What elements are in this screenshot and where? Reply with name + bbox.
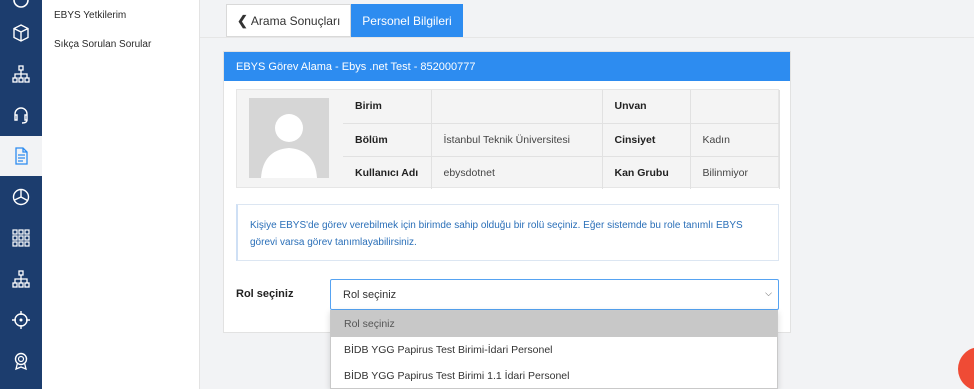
assignment-panel: EBYS Görev Alama - Ebys .net Test - 8520… [223,51,791,333]
label-username: Kullanıcı Adı [343,156,432,189]
value-gender: Kadın [690,123,780,157]
document-icon [15,147,28,165]
role-label: Rol seçiniz [236,288,294,300]
table-row: Kullanıcı Adı ebysdotnet Kan Grubu Bilin… [343,156,780,189]
submenu-item-faq[interactable]: Sıkça Sorulan Sorular [54,39,151,50]
tab-bar: ❮ Arama Sonuçları Personel Bilgileri [226,4,463,37]
rail-item-apps[interactable] [0,218,42,258]
role-option[interactable]: BİDB YGG Papirus Test Birimi-İdari Perso… [331,337,777,363]
tab-personnel-info[interactable]: Personel Bilgileri [351,4,463,37]
value-department: İstanbul Teknik Üniversitesi [431,123,603,157]
role-dropdown-list: Rol seçiniz BİDB YGG Papirus Test Birimi… [330,310,778,389]
headset-icon [14,107,28,124]
rail-item-reports[interactable] [0,177,42,217]
grid-icon [12,229,30,247]
role-option[interactable]: Rol seçiniz [331,311,777,337]
personnel-info-box: Birim Unvan Bölüm İstanbul Teknik Üniver… [236,89,780,189]
tab-search-results[interactable]: ❮ Arama Sonuçları [226,4,352,37]
chevron-down-icon: ⌵ [765,288,772,298]
icon-rail [0,0,42,389]
avatar [249,98,329,178]
value-blood-type: Bilinmiyor [690,156,780,189]
personnel-info-table: Birim Unvan Bölüm İstanbul Teknik Üniver… [343,90,780,189]
rail-item-organization[interactable] [0,259,42,299]
tab-search-results-label: Arama Sonuçları [250,13,341,28]
role-option[interactable]: BİDB YGG Papirus Test Birimi 1.1 İdari P… [331,363,777,389]
rail-item-box[interactable] [0,13,42,53]
user-silhouette-icon [261,114,317,178]
floating-action-button[interactable] [958,347,974,389]
value-username: ebysdotnet [431,156,603,189]
value-title [690,90,780,124]
tab-personnel-info-label: Personel Bilgileri [362,13,452,28]
divider [200,37,974,38]
label-department: Bölüm [343,123,432,157]
info-notice: Kişiye EBYS'de görev verebilmek için bir… [236,204,779,261]
rail-item-support[interactable] [0,95,42,135]
rail-item-awards[interactable] [0,341,42,381]
chevron-left-icon: ❮ [237,12,248,28]
submenu-item-ebys-permissions[interactable]: EBYS Yetkilerim [54,10,126,21]
crosshair-icon [12,311,30,329]
role-select-value: Rol seçiniz [343,288,397,301]
label-blood-type: Kan Grubu [602,156,691,189]
pie-chart-icon [12,188,30,206]
role-select[interactable]: Rol seçiniz ⌵ [330,279,779,310]
label-unit: Birim [343,90,432,124]
value-unit [431,90,603,124]
table-row: Bölüm İstanbul Teknik Üniversitesi Cinsi… [343,123,780,157]
label-gender: Cinsiyet [602,123,691,157]
box-icon [13,24,29,42]
circle-icon [13,0,29,8]
sub-menu: EBYS Yetkilerim Sıkça Sorulan Sorular [42,0,200,389]
label-title: Unvan [602,90,691,124]
award-icon [14,352,28,371]
rail-item-sitemap[interactable] [0,54,42,94]
table-row: Birim Unvan [343,90,780,124]
rail-item-target[interactable] [0,300,42,340]
panel-title: EBYS Görev Alama - Ebys .net Test - 8520… [224,52,790,81]
sitemap-icon [12,65,30,83]
org-chart-icon [12,270,30,288]
rail-item-documents[interactable] [0,136,42,176]
